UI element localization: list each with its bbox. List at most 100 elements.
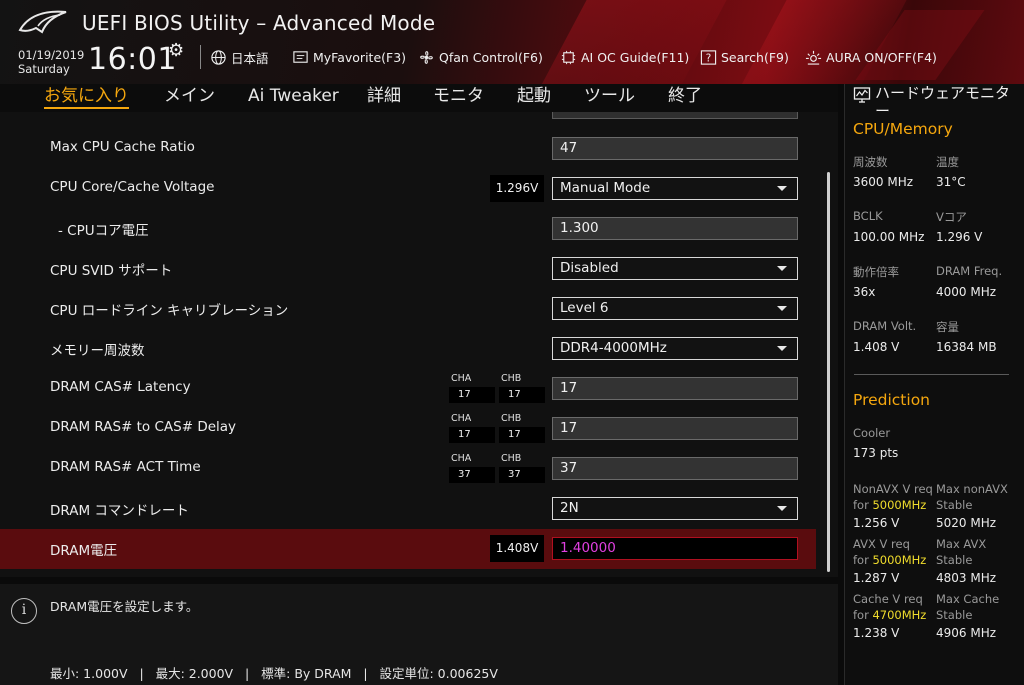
dram-voltage-input[interactable]: 1.40000 bbox=[552, 537, 798, 560]
label-line: Max nonAVX bbox=[936, 482, 1008, 496]
tab-favorites[interactable]: お気に入り bbox=[44, 84, 129, 112]
label-line: for 5000MHz bbox=[853, 497, 933, 513]
voltage-mode-dropdown[interactable]: Manual Mode bbox=[552, 177, 798, 200]
channel-b-value: 17 bbox=[499, 427, 545, 443]
gear-icon[interactable]: ⚙ bbox=[168, 41, 188, 61]
nonavx-vreq-value: 1.256 V bbox=[853, 516, 900, 530]
label-line: Cache V req bbox=[853, 592, 923, 606]
channel-a-label: CHA bbox=[451, 453, 472, 464]
ras-to-cas-input[interactable]: 17 bbox=[552, 417, 798, 440]
chevron-down-icon bbox=[777, 306, 787, 311]
setting-row-memory-frequency[interactable]: メモリー周波数 DDR4-4000MHz bbox=[0, 329, 816, 369]
cooler-label: Cooler bbox=[853, 426, 891, 440]
setting-row-cpu-core-voltage[interactable]: - CPUコア電圧 1.300 bbox=[0, 209, 816, 249]
nonavx-vreq-label: NonAVX V req for 5000MHz bbox=[853, 481, 933, 513]
chevron-down-icon bbox=[777, 266, 787, 271]
chevron-down-icon bbox=[777, 346, 787, 351]
memory-frequency-dropdown[interactable]: DDR4-4000MHz bbox=[552, 337, 798, 360]
cache-vreq-value: 1.238 V bbox=[853, 626, 900, 640]
max-cache-value: 4906 MHz bbox=[936, 626, 997, 640]
dropdown-value: DDR4-4000MHz bbox=[560, 340, 667, 356]
dram-volt-label: DRAM Volt. bbox=[853, 319, 917, 333]
setting-label: DRAM RAS# to CAS# Delay bbox=[50, 419, 237, 435]
capacity-label: 容量 bbox=[936, 320, 959, 334]
llc-dropdown[interactable]: Level 6 bbox=[552, 297, 798, 320]
setting-row-ras-act-time[interactable]: DRAM RAS# ACT Time CHA 37 CHB 37 37 bbox=[0, 449, 816, 489]
max-avx-label: Max AVX Stable bbox=[936, 536, 986, 568]
tab-tool[interactable]: ツール bbox=[584, 84, 635, 112]
channel-a-value: 17 bbox=[449, 427, 495, 443]
voltage-readout: 1.296V bbox=[490, 175, 544, 202]
day-label: Saturday bbox=[18, 62, 70, 76]
setting-row-cpu-core-cache-voltage[interactable]: CPU Core/Cache Voltage 1.296V Manual Mod… bbox=[0, 169, 816, 209]
dropdown-value: Manual Mode bbox=[560, 180, 651, 196]
menu-tabs: お気に入り メイン Ai Tweaker 詳細 モニタ 起動 ツール 終了 bbox=[0, 84, 838, 112]
cooler-value: 173 pts bbox=[853, 446, 899, 460]
setting-row-command-rate[interactable]: DRAM コマンドレート 2N bbox=[0, 489, 816, 529]
channel-b-label: CHB bbox=[501, 413, 522, 424]
channel-a-value: 17 bbox=[449, 387, 495, 403]
chevron-down-icon bbox=[777, 186, 787, 191]
info-icon: i bbox=[11, 598, 37, 624]
cache-vreq-label: Cache V req for 4700MHz bbox=[853, 591, 926, 623]
setting-row-max-cpu-cache-ratio[interactable]: Max CPU Cache Ratio 47 bbox=[0, 129, 816, 169]
monitor-icon bbox=[853, 87, 871, 103]
svg-text:?: ? bbox=[706, 52, 712, 64]
search-button[interactable]: ? Search(F9) bbox=[700, 47, 789, 67]
setting-row-cas-latency[interactable]: DRAM CAS# Latency CHA 17 CHB 17 17 bbox=[0, 369, 816, 409]
target-frequency: 4700MHz bbox=[872, 608, 927, 622]
scrollbar[interactable] bbox=[827, 172, 830, 572]
cas-latency-input[interactable]: 17 bbox=[552, 377, 798, 400]
setting-row-ras-to-cas[interactable]: DRAM RAS# to CAS# Delay CHA 17 CHB 17 17 bbox=[0, 409, 816, 449]
date-label: 01/19/2019 bbox=[18, 48, 85, 62]
channel-b-label: CHB bbox=[501, 453, 522, 464]
channel-b-readout: CHB 17 bbox=[499, 413, 545, 443]
setting-row-cpu-svid[interactable]: CPU SVID サポート Disabled bbox=[0, 249, 816, 289]
bclk-value: 100.00 MHz bbox=[853, 230, 925, 244]
clock: 16:01 bbox=[88, 42, 177, 77]
main-panel: お気に入り メイン Ai Tweaker 詳細 モニタ 起動 ツール 終了 Ma… bbox=[0, 84, 838, 577]
channel-a-value: 37 bbox=[449, 467, 495, 483]
command-rate-dropdown[interactable]: 2N bbox=[552, 497, 798, 520]
header-decoration bbox=[522, 0, 738, 84]
tab-main[interactable]: メイン bbox=[164, 84, 215, 112]
setting-label: DRAM コマンドレート bbox=[50, 503, 189, 519]
voltage-readout: 1.408V bbox=[490, 535, 544, 562]
label-line: Stable bbox=[936, 608, 973, 622]
cache-ratio-input[interactable]: 47 bbox=[552, 137, 798, 160]
channel-a-readout: CHA 17 bbox=[449, 413, 495, 443]
tab-exit[interactable]: 終了 bbox=[668, 84, 702, 112]
vcore-value: 1.296 V bbox=[936, 230, 983, 244]
setting-label: - CPUコア電圧 bbox=[58, 223, 149, 239]
tab-advanced[interactable]: 詳細 bbox=[367, 84, 401, 112]
core-voltage-input[interactable]: 1.300 bbox=[552, 217, 798, 240]
tab-label: お気に入り bbox=[44, 86, 129, 106]
language-button[interactable]: 日本語 bbox=[210, 47, 269, 67]
divider bbox=[854, 374, 1009, 375]
max-avx-value: 4803 MHz bbox=[936, 571, 997, 585]
qfan-control-button[interactable]: Qfan Control(F6) bbox=[418, 47, 543, 67]
channel-b-label: CHB bbox=[501, 373, 522, 384]
hw-monitor-title: ハードウェアモニター bbox=[875, 84, 1011, 120]
setting-row-dram-voltage[interactable]: DRAM電圧 1.408V 1.40000 bbox=[0, 529, 816, 569]
target-frequency: 5000MHz bbox=[872, 553, 927, 567]
aura-label: AURA ON/OFF(F4) bbox=[826, 49, 937, 65]
svid-dropdown[interactable]: Disabled bbox=[552, 257, 798, 280]
aura-icon bbox=[805, 50, 822, 65]
tab-boot[interactable]: 起動 bbox=[517, 84, 551, 112]
qfan-label: Qfan Control(F6) bbox=[439, 49, 543, 65]
tab-ai-tweaker[interactable]: Ai Tweaker bbox=[248, 84, 339, 112]
hardware-monitor-panel: ハードウェアモニター CPU/Memory 周波数 3600 MHz 温度 31… bbox=[844, 84, 1024, 685]
myfavorite-button[interactable]: MyFavorite(F3) bbox=[292, 47, 406, 67]
setting-label: CPU SVID サポート bbox=[50, 263, 173, 279]
ras-act-time-input[interactable]: 37 bbox=[552, 457, 798, 480]
favorite-icon bbox=[293, 50, 308, 63]
tab-monitor[interactable]: モニタ bbox=[433, 84, 484, 112]
label-line: Max AVX bbox=[936, 537, 987, 551]
ai-oc-guide-button[interactable]: AI OC Guide(F11) bbox=[560, 47, 689, 67]
label-line: for 5000MHz bbox=[853, 552, 926, 568]
aura-toggle-button[interactable]: AURA ON/OFF(F4) bbox=[805, 47, 937, 67]
channel-a-label: CHA bbox=[451, 373, 472, 384]
setting-row-llc[interactable]: CPU ロードライン キャリブレーション Level 6 bbox=[0, 289, 816, 329]
myfavorite-label: MyFavorite(F3) bbox=[313, 49, 407, 65]
